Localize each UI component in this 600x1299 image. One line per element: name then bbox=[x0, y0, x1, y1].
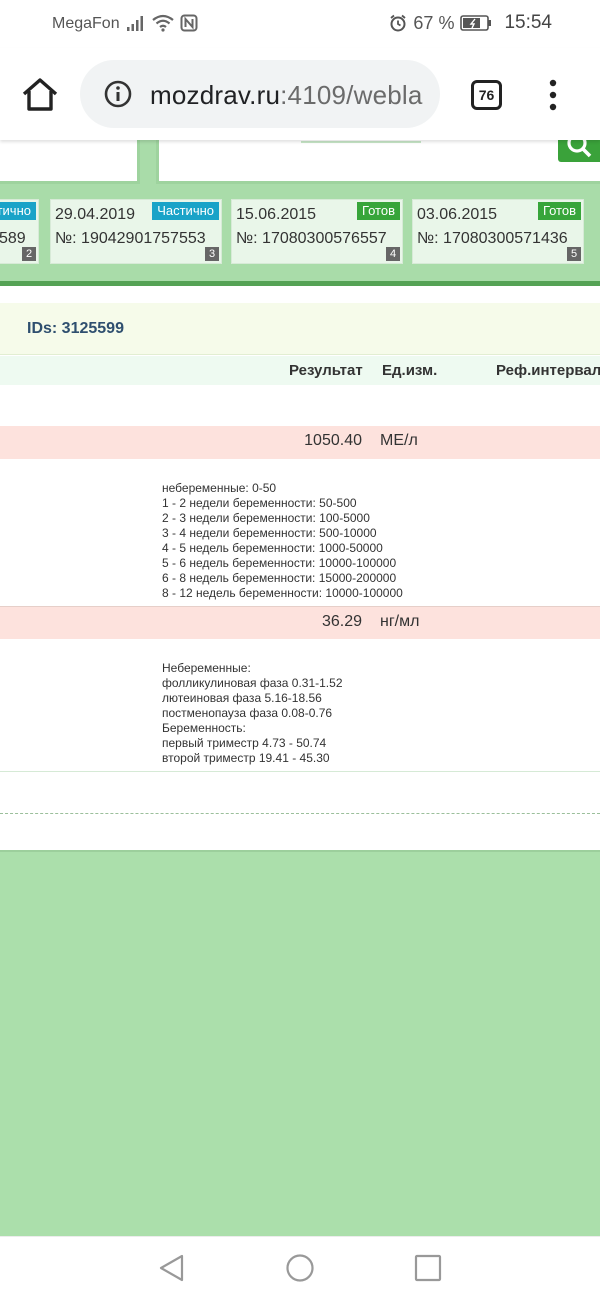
status-badge: Частично bbox=[152, 202, 219, 220]
column-header-result: Результат bbox=[289, 362, 363, 379]
reference-line: первый триместр 4.73 - 50.74 bbox=[162, 736, 327, 750]
divider bbox=[0, 281, 600, 286]
battery-icon bbox=[460, 15, 492, 31]
column-header-ref: Реф.интервал bbox=[496, 362, 600, 379]
status-badge: астично bbox=[0, 202, 36, 220]
url-text[interactable]: mozdrav.ru:4109/webla bbox=[150, 80, 434, 111]
reference-line: 8 - 12 недель беременности: 10000-100000 bbox=[162, 586, 403, 600]
alarm-icon bbox=[390, 14, 406, 32]
order-index: 4 bbox=[386, 247, 400, 261]
search-button[interactable] bbox=[558, 140, 600, 162]
reference-line: Беременность: bbox=[162, 721, 246, 735]
url-path: :4109/webla bbox=[280, 80, 423, 110]
order-card[interactable]: 29.04.2019 Частично №: 19042901757553 3 bbox=[50, 199, 222, 264]
order-date: 29.04.2019 bbox=[55, 206, 136, 223]
carrier-name: MegaFon bbox=[52, 15, 120, 32]
order-card[interactable]: 03.06.2015 Готов №: 17080300571436 5 bbox=[412, 199, 584, 264]
signal-icon bbox=[127, 16, 143, 31]
status-icons-right: 67 % 15:54 bbox=[389, 12, 552, 34]
status-bar: MegaFon 67 % 15:54 bbox=[0, 0, 600, 48]
ids-bar: IDs: 3125599 bbox=[0, 303, 600, 355]
search-icon bbox=[567, 140, 592, 158]
reference-line: 5 - 6 недель беременности: 10000-100000 bbox=[162, 556, 397, 570]
order-card[interactable]: астично 589 2 bbox=[0, 199, 39, 264]
reference-interval: небеременные: 0-50 1 - 2 недели беременн… bbox=[162, 481, 403, 601]
result-value: 36.29 bbox=[321, 613, 362, 630]
unit-value: нг/мл bbox=[380, 613, 420, 630]
browser-toolbar: mozdrav.ru:4109/webla 76 bbox=[0, 48, 600, 140]
more-menu-icon[interactable] bbox=[545, 78, 561, 112]
address-bar[interactable]: mozdrav.ru:4109/webla bbox=[80, 60, 440, 128]
tab-switcher-button[interactable]: 76 bbox=[471, 80, 502, 110]
footer-area bbox=[0, 850, 600, 1236]
table-row: 1050.40 МЕ/л bbox=[0, 426, 600, 459]
table-header: Результат Ед.изм. Реф.интервал bbox=[0, 356, 600, 385]
battery-percent: 67 % bbox=[413, 12, 455, 33]
url-host: mozdrav.ru bbox=[150, 80, 281, 110]
order-index: 5 bbox=[567, 247, 581, 261]
order-date: 03.06.2015 bbox=[417, 206, 498, 223]
nfc-icon bbox=[180, 14, 198, 32]
order-date: 15.06.2015 bbox=[236, 206, 317, 223]
wifi-icon bbox=[152, 14, 174, 32]
row-separator bbox=[0, 771, 600, 772]
order-number: №: 17080300576557 bbox=[236, 230, 387, 247]
section-separator bbox=[0, 813, 600, 814]
reference-line: Небеременные: bbox=[162, 661, 251, 675]
status-badge: Готов bbox=[356, 202, 400, 220]
back-icon[interactable] bbox=[157, 1253, 187, 1283]
column-header-unit: Ед.изм. bbox=[382, 362, 438, 379]
reference-line: 2 - 3 недели беременности: 100-5000 bbox=[162, 511, 370, 525]
reference-line: второй триместр 19.41 - 45.30 bbox=[162, 751, 330, 765]
order-number: 589 bbox=[0, 230, 26, 247]
reference-line: фолликулиновая фаза 0.31-1.52 bbox=[162, 676, 343, 690]
order-number: №: 19042901757553 bbox=[55, 230, 206, 247]
order-index: 3 bbox=[205, 247, 219, 261]
filter-panel-left bbox=[0, 140, 140, 184]
info-icon[interactable] bbox=[104, 80, 132, 108]
status-icons-left bbox=[126, 13, 198, 33]
reference-line: 1 - 2 недели беременности: 50-500 bbox=[162, 496, 357, 510]
reference-line: небеременные: 0-50 bbox=[162, 481, 277, 495]
reference-line: постменопауза фаза 0.08-0.76 bbox=[162, 706, 333, 720]
ids-label: IDs: 3125599 bbox=[27, 320, 124, 337]
reference-interval: Небеременные: фолликулиновая фаза 0.31-1… bbox=[162, 661, 343, 766]
unit-value: МЕ/л bbox=[380, 432, 418, 449]
system-nav-bar bbox=[0, 1236, 600, 1299]
table-row: 36.29 нг/мл bbox=[0, 606, 600, 639]
reference-line: 4 - 5 недель беременности: 1000-50000 bbox=[162, 541, 383, 555]
reference-line: 3 - 4 недели беременности: 500-10000 bbox=[162, 526, 377, 540]
filter-panel-right bbox=[156, 140, 600, 184]
order-number: №: 17080300571436 bbox=[417, 230, 568, 247]
screen: MegaFon 67 % 15:54 mozdrav.ru:4109/webla… bbox=[0, 0, 600, 1299]
reference-line: 6 - 8 недель беременности: 15000-200000 bbox=[162, 571, 397, 585]
home-nav-icon[interactable] bbox=[285, 1253, 315, 1283]
home-icon[interactable] bbox=[20, 76, 60, 112]
clock: 15:54 bbox=[504, 12, 552, 33]
reference-line: лютеиновая фаза 5.16-18.56 bbox=[162, 691, 322, 705]
order-card[interactable]: 15.06.2015 Готов №: 17080300576557 4 bbox=[231, 199, 403, 264]
recents-icon[interactable] bbox=[413, 1253, 443, 1283]
result-value: 1050.40 bbox=[304, 432, 362, 449]
order-index: 2 bbox=[22, 247, 36, 261]
search-field-edge[interactable] bbox=[301, 140, 421, 143]
status-badge: Готов bbox=[537, 202, 581, 220]
